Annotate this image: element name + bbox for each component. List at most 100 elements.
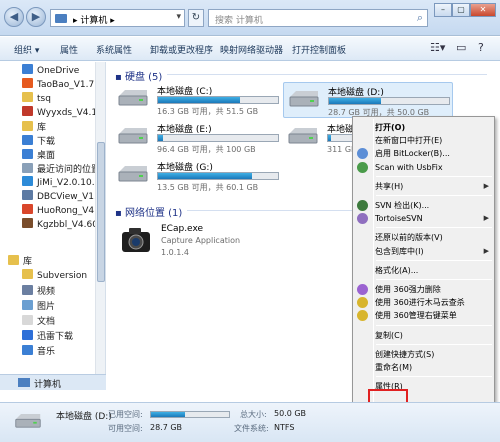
sidebar-item[interactable]: JiMi_V2.0.10.24 bbox=[22, 176, 105, 190]
drive-usage-bar bbox=[328, 97, 450, 105]
chevron-down-icon[interactable]: ▾ bbox=[176, 12, 181, 22]
sidebar-item[interactable]: 音乐 bbox=[22, 344, 55, 358]
menu-gutter bbox=[373, 119, 374, 409]
menu-item-label: TortoiseSVN bbox=[375, 214, 423, 224]
maximize-button[interactable]: ▢ bbox=[452, 3, 470, 17]
back-button[interactable]: ◀ bbox=[4, 7, 24, 27]
menu-separator bbox=[376, 175, 492, 177]
sidebar-item[interactable]: 库 bbox=[22, 120, 46, 134]
usage-fill bbox=[158, 173, 252, 179]
refresh-button[interactable]: ↻ bbox=[188, 9, 204, 27]
menu-item[interactable]: 还原以前的版本(V) bbox=[375, 231, 493, 244]
menu-item-icon bbox=[357, 284, 368, 295]
sidebar-item[interactable]: Subversion bbox=[22, 269, 87, 283]
group-divider bbox=[167, 74, 487, 75]
menu-item-label: 打开(O) bbox=[375, 123, 406, 132]
menu-item[interactable]: 使用 360管理右键菜单 bbox=[375, 309, 493, 322]
minimize-button[interactable]: – bbox=[434, 3, 452, 17]
drive-tile[interactable]: 本地磁盘 (D:) 28.7 GB 可用，共 50.0 GB bbox=[283, 82, 453, 118]
help-icon[interactable]: ? bbox=[478, 41, 484, 54]
menu-item[interactable]: 使用 360进行木马云查杀 bbox=[375, 296, 493, 309]
folder-icon bbox=[22, 163, 33, 173]
menu-item-label: Scan with UsbFix bbox=[375, 162, 443, 172]
close-button[interactable]: ✕ bbox=[470, 3, 496, 17]
sidebar-item-computer[interactable]: 计算机 bbox=[0, 374, 106, 390]
sidebar-item[interactable]: 桌面 bbox=[22, 148, 55, 162]
uninstall-button[interactable]: 卸载或更改程序 bbox=[150, 43, 213, 56]
folder-icon bbox=[22, 135, 33, 145]
menu-item-label: 格式化(A)... bbox=[375, 265, 419, 275]
ecap-shortcut[interactable]: ECap.exe Capture Application 1.0.1.4 bbox=[117, 224, 317, 264]
sidebar-item[interactable]: 库 bbox=[8, 254, 32, 268]
preview-pane-icon[interactable]: ▭ bbox=[456, 41, 466, 54]
sidebar-item[interactable]: Wyyxds_V4.1.1. bbox=[22, 106, 105, 120]
menu-item[interactable]: 打开(O) bbox=[375, 121, 493, 134]
menu-item[interactable]: 复制(C) bbox=[375, 329, 493, 342]
sidebar-item[interactable]: 下载 bbox=[22, 134, 55, 148]
folder-icon bbox=[22, 218, 33, 228]
sidebar-item-label: 音乐 bbox=[37, 347, 56, 357]
sidebar-item-label: 库 bbox=[23, 257, 33, 267]
sidebar-item[interactable]: tsq bbox=[22, 92, 51, 106]
app-name: ECap.exe bbox=[161, 224, 204, 234]
menu-item-label: 包含到库中(I) bbox=[375, 246, 424, 256]
drive-free-space: 16.3 GB 可用，共 51.5 GB bbox=[157, 107, 259, 116]
menu-item-label: 在新窗口中打开(E) bbox=[375, 136, 443, 146]
menu-item[interactable]: SVN 检出(K)... bbox=[375, 199, 493, 212]
submenu-arrow-icon: ▶ bbox=[483, 181, 489, 190]
drive-tile[interactable]: 本地磁盘 (C:) 16.3 GB 可用，共 51.5 GB bbox=[113, 82, 283, 118]
address-bar[interactable]: ▸ 计算机 ▸ ▾ bbox=[50, 9, 185, 27]
menu-item[interactable]: 在新窗口中打开(E) bbox=[375, 134, 493, 147]
scrollbar-thumb[interactable] bbox=[97, 142, 105, 282]
status-usage-bar bbox=[150, 411, 230, 418]
menu-item[interactable]: 包含到库中(I) ▶ bbox=[375, 245, 493, 258]
folder-icon bbox=[22, 204, 33, 214]
sidebar-item[interactable]: TaoBao_V1.7.8. bbox=[22, 78, 105, 92]
drive-icon bbox=[289, 91, 319, 107]
drive-tile[interactable]: 本地磁盘 (G:) 13.5 GB 可用，共 60.1 GB bbox=[113, 158, 283, 194]
system-properties-button[interactable]: 系统属性 bbox=[96, 43, 132, 56]
organize-button[interactable]: 组织 ▾ bbox=[14, 43, 39, 56]
app-description: Capture Application bbox=[161, 236, 241, 245]
sidebar-item[interactable]: 视频 bbox=[22, 284, 55, 298]
menu-item[interactable]: 创建快捷方式(S) bbox=[375, 348, 493, 361]
control-panel-button[interactable]: 打开控制面板 bbox=[292, 43, 346, 56]
sidebar-item-label: 桌面 bbox=[37, 151, 56, 161]
submenu-arrow-icon: ▶ bbox=[483, 214, 489, 223]
menu-item-label: 使用 360强力删除 bbox=[375, 285, 441, 294]
network-group-header[interactable]: ▪ 网络位置 (1) bbox=[115, 204, 182, 219]
hdd-group-header[interactable]: ▪ 硬盘 (5) bbox=[115, 68, 162, 83]
sidebar-scrollbar[interactable] bbox=[95, 62, 105, 390]
menu-item-label: 重命名(M) bbox=[375, 363, 413, 372]
sidebar-item[interactable]: HuoRong_V4.0. bbox=[22, 204, 105, 218]
network-group-label: 网络位置 (1) bbox=[124, 208, 183, 219]
menu-item-icon bbox=[357, 148, 368, 160]
properties-button[interactable]: 属性 bbox=[60, 43, 78, 56]
drive-icon bbox=[118, 166, 148, 182]
usage-fill bbox=[329, 98, 381, 104]
status-used-label: 已用空间: bbox=[108, 410, 143, 419]
sidebar-item[interactable]: OneDrive bbox=[22, 64, 79, 78]
drive-tile[interactable]: 本地磁盘 (E:) 96.4 GB 可用，共 100 GB bbox=[113, 120, 283, 156]
menu-item-label: 复制(C) bbox=[375, 330, 403, 340]
map-drive-button[interactable]: 映射网络驱动器 bbox=[220, 43, 283, 56]
menu-item[interactable]: 使用 360强力删除 bbox=[375, 283, 493, 296]
menu-item[interactable]: 重命名(M) bbox=[375, 361, 493, 374]
sidebar-item[interactable]: Kgzbbl_V4.60.0 bbox=[22, 218, 105, 232]
sidebar-item[interactable]: 最近访问的位置 bbox=[22, 162, 100, 176]
search-input[interactable]: 搜索 计算机 ⌕ bbox=[208, 9, 428, 27]
computer-icon bbox=[18, 378, 30, 387]
sidebar-item[interactable]: DBCView_V1.1_ bbox=[22, 190, 105, 204]
forward-button[interactable]: ▶ bbox=[26, 7, 46, 27]
view-options-icon[interactable]: ☷▾ bbox=[430, 41, 445, 54]
search-icon[interactable]: ⌕ bbox=[417, 11, 423, 25]
sidebar-item[interactable]: 图片 bbox=[22, 299, 55, 313]
menu-item[interactable]: 共享(H) ▶ bbox=[375, 180, 493, 193]
sidebar-item[interactable]: 文档 bbox=[22, 314, 55, 328]
menu-item[interactable]: Scan with UsbFix bbox=[375, 161, 493, 174]
menu-item[interactable]: TortoiseSVN ▶ bbox=[375, 212, 493, 225]
menu-separator bbox=[376, 227, 492, 229]
menu-item[interactable]: 格式化(A)... bbox=[375, 264, 493, 277]
menu-item[interactable]: 启用 BitLocker(B)... bbox=[375, 147, 493, 160]
sidebar-item[interactable]: 迅雷下载 bbox=[22, 329, 73, 343]
